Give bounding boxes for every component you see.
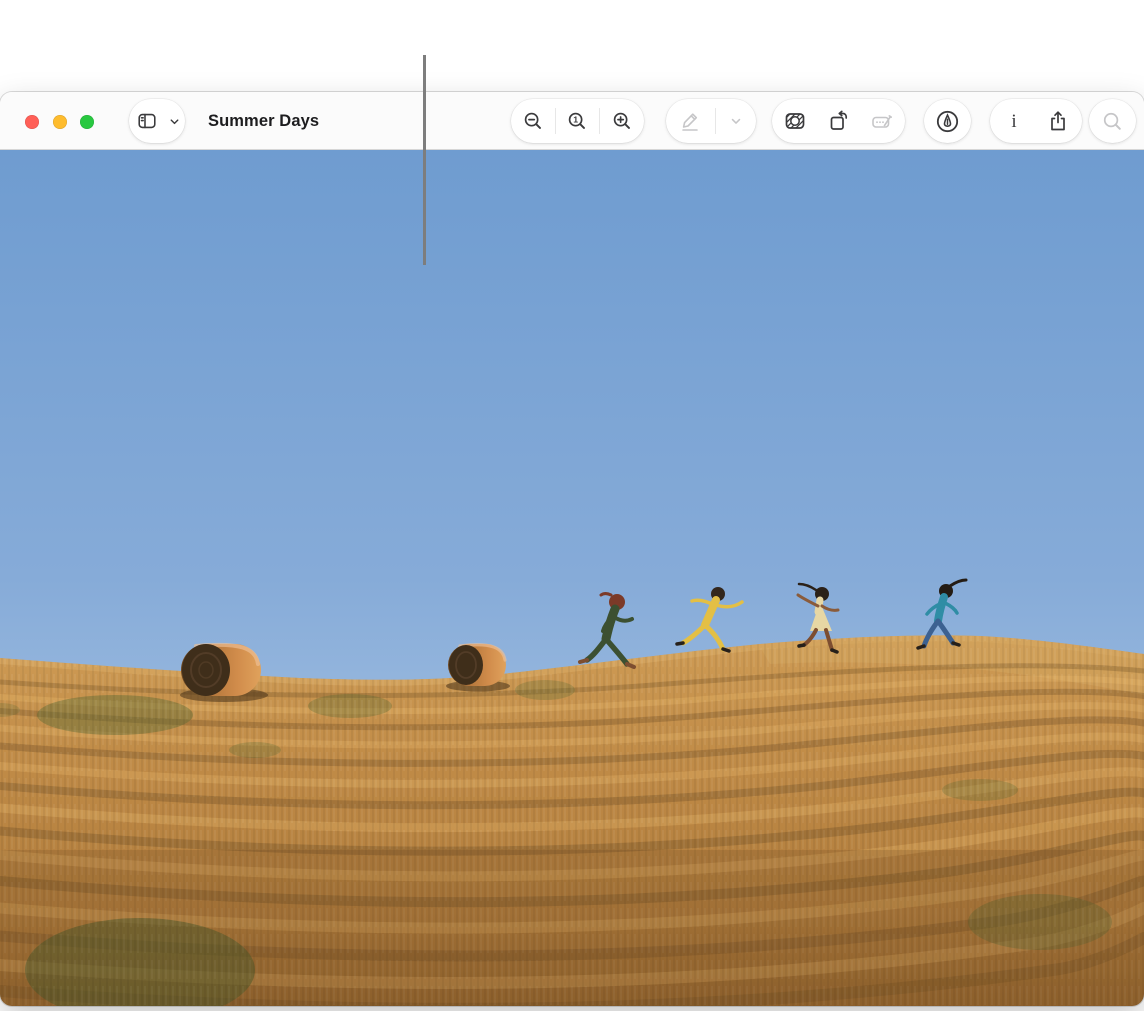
search-button[interactable]: [1092, 99, 1134, 143]
close-button[interactable]: [25, 115, 39, 129]
image-viewer-window: Summer Days 1: [0, 92, 1144, 1006]
info-button[interactable]: i: [993, 99, 1035, 143]
rotate-left-icon: [827, 109, 851, 133]
tools-pill: [772, 99, 905, 143]
share-button[interactable]: [1037, 99, 1079, 143]
sidebar-options-button[interactable]: [164, 99, 184, 143]
photo-summer-days: [0, 150, 1144, 1006]
sketch-markup-button[interactable]: [669, 99, 711, 143]
remove-background-button[interactable]: [774, 99, 816, 143]
hay-bale-right: [446, 644, 510, 692]
markup-button[interactable]: [927, 99, 969, 143]
zoom-pill: 1: [511, 99, 644, 143]
field-texture: [0, 635, 1144, 1006]
callout-line: [423, 55, 426, 265]
actual-size-button[interactable]: 1: [556, 99, 598, 143]
info-share-pill: i: [990, 99, 1082, 143]
zoom-window-button[interactable]: [80, 115, 94, 129]
screenshot-stage: Summer Days 1: [0, 0, 1144, 1011]
sidebar-icon: [136, 110, 158, 132]
markup-pill: [924, 99, 971, 143]
window-title: Summer Days: [208, 92, 319, 150]
window-toolbar: Summer Days 1: [0, 92, 1144, 150]
markup-pen-circle-icon: [934, 108, 961, 135]
svg-text:i: i: [1011, 111, 1016, 132]
autofill-form-button[interactable]: [861, 99, 903, 143]
minimize-button[interactable]: [53, 115, 67, 129]
zoom-out-button[interactable]: [512, 99, 554, 143]
zoom-in-button[interactable]: [601, 99, 643, 143]
rotate-left-button[interactable]: [818, 99, 860, 143]
search-icon: [1101, 110, 1124, 133]
info-icon: i: [1002, 109, 1026, 133]
magnifier-one-icon: 1: [566, 110, 588, 132]
chevron-down-icon: [168, 115, 181, 128]
search-pill: [1089, 99, 1136, 143]
pencil-icon: [678, 109, 702, 133]
hay-bale-left: [180, 644, 268, 702]
share-icon: [1046, 109, 1070, 133]
magnifier-plus-icon: [611, 110, 633, 132]
remove-background-icon: [783, 109, 807, 133]
form-pencil-icon: [870, 109, 894, 133]
sidebar-toggle-button[interactable]: [130, 99, 164, 143]
sketch-pill: [666, 99, 756, 143]
sidebar-pill: [129, 99, 185, 143]
chevron-down-icon: [729, 114, 743, 128]
sketch-options-button[interactable]: [719, 99, 753, 143]
magnifier-minus-icon: [522, 110, 544, 132]
svg-text:1: 1: [574, 115, 579, 125]
